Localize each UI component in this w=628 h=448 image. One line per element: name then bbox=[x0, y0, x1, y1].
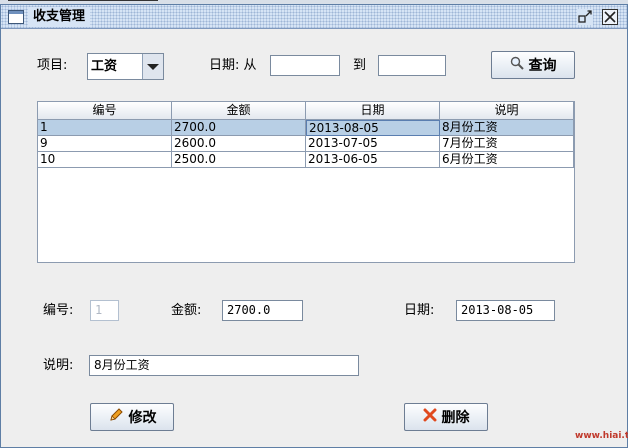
table-cell: 6月份工资 bbox=[440, 152, 574, 168]
column-header-date[interactable]: 日期 bbox=[306, 102, 440, 119]
date-to-input[interactable] bbox=[378, 55, 446, 76]
item-combobox[interactable]: 工资 bbox=[87, 53, 164, 80]
edit-button[interactable]: 修改 bbox=[90, 403, 174, 431]
table-cell: 2013-06-05 bbox=[306, 152, 440, 168]
table-cell: 7月份工资 bbox=[440, 136, 574, 152]
watermark-text: www.hiai.top bbox=[575, 431, 628, 441]
table-row[interactable]: 9 2600.0 2013-07-05 7月份工资 bbox=[38, 136, 574, 152]
date-from-label: 日期: 从 bbox=[209, 58, 257, 73]
delete-x-icon bbox=[423, 408, 437, 426]
id-label: 编号: bbox=[43, 303, 74, 318]
window-icon bbox=[8, 10, 24, 24]
search-button[interactable]: 查询 bbox=[491, 51, 575, 79]
window-title: 收支管理 bbox=[28, 7, 91, 27]
amount-label: 金额: bbox=[171, 303, 202, 318]
description-label: 说明: bbox=[43, 358, 74, 373]
table-cell: 2013-08-05 bbox=[306, 120, 440, 136]
table-row[interactable]: 1 2700.0 2013-08-05 8月份工资 bbox=[38, 120, 574, 136]
table-cell: 2700.0 bbox=[172, 120, 306, 136]
id-field: 1 bbox=[90, 300, 119, 321]
chevron-down-icon[interactable] bbox=[142, 54, 163, 79]
item-selected-value: 工资 bbox=[91, 59, 118, 74]
table-cell: 10 bbox=[38, 152, 172, 168]
column-header-description[interactable]: 说明 bbox=[440, 102, 574, 119]
edit-button-label: 修改 bbox=[128, 410, 157, 426]
column-header-amount[interactable]: 金额 bbox=[172, 102, 306, 119]
amount-field[interactable]: 2700.0 bbox=[222, 300, 303, 321]
magnifier-icon bbox=[510, 56, 524, 74]
date-label: 日期: bbox=[404, 303, 435, 318]
pencil-icon bbox=[108, 407, 124, 427]
table-cell: 2013-07-05 bbox=[306, 136, 440, 152]
title-bar[interactable]: 收支管理 bbox=[1, 5, 627, 29]
date-to-label: 到 bbox=[353, 58, 367, 73]
description-field[interactable]: 8月份工资 bbox=[89, 355, 359, 376]
item-label: 项目: bbox=[37, 58, 68, 73]
table-cell: 9 bbox=[38, 136, 172, 152]
income-expense-window: 收支管理 项目: 工资 日期: 从 到 查询 编号 金额 日期 说明 1 270… bbox=[0, 4, 628, 448]
delete-button-label: 删除 bbox=[441, 410, 470, 426]
close-icon[interactable] bbox=[602, 9, 618, 25]
restore-icon[interactable] bbox=[577, 9, 593, 25]
search-button-label: 查询 bbox=[528, 58, 557, 74]
table-cell: 1 bbox=[38, 120, 172, 136]
date-from-input[interactable] bbox=[270, 55, 340, 76]
table-cell: 2600.0 bbox=[172, 136, 306, 152]
records-table: 编号 金额 日期 说明 1 2700.0 2013-08-05 8月份工资 9 … bbox=[37, 101, 575, 263]
delete-button[interactable]: 删除 bbox=[404, 403, 488, 431]
column-header-id[interactable]: 编号 bbox=[38, 102, 172, 119]
table-cell: 2500.0 bbox=[172, 152, 306, 168]
table-row[interactable]: 10 2500.0 2013-06-05 6月份工资 bbox=[38, 152, 574, 168]
table-cell: 8月份工资 bbox=[440, 120, 574, 136]
date-field[interactable]: 2013-08-05 bbox=[456, 300, 555, 321]
table-header: 编号 金额 日期 说明 bbox=[38, 102, 574, 120]
